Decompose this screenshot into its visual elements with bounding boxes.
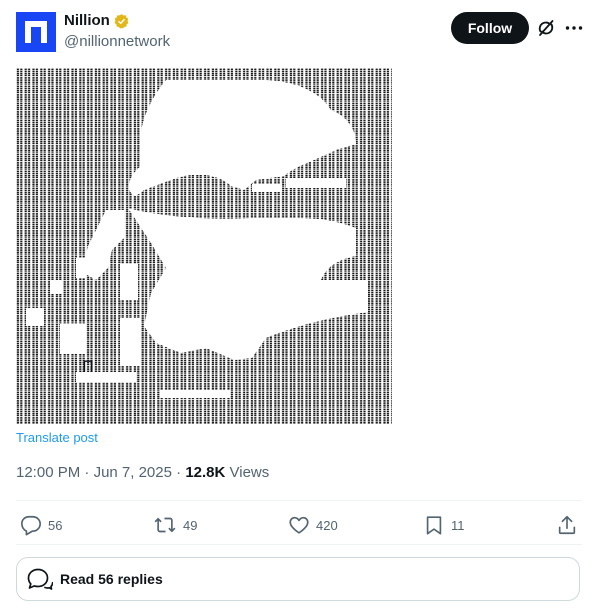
share-icon xyxy=(558,515,576,535)
views-label: Views xyxy=(229,464,270,481)
tweet: Nillion @nillionnetwork Follow Π Transla… xyxy=(0,0,598,610)
ascii-art-image[interactable]: Π xyxy=(16,68,392,424)
action-bar: 56 49 420 11 xyxy=(16,512,582,538)
reply-button[interactable]: 56 xyxy=(20,512,62,538)
divider xyxy=(16,544,582,545)
tweet-meta: 12:00 PM · Jun 7, 2025 · 12.8K Views xyxy=(16,463,269,483)
display-name[interactable]: Nillion xyxy=(64,11,110,31)
repost-count: 49 xyxy=(183,517,198,533)
like-button[interactable]: 420 xyxy=(288,512,338,538)
follow-button[interactable]: Follow xyxy=(451,12,529,44)
grok-icon[interactable] xyxy=(536,18,556,38)
share-button[interactable] xyxy=(556,512,578,538)
reply-count: 56 xyxy=(48,517,63,533)
read-replies-label: Read 56 replies xyxy=(60,571,163,587)
meta-separator: · xyxy=(84,464,90,481)
handle[interactable]: @nillionnetwork xyxy=(64,32,170,52)
inline-pi-char: Π xyxy=(82,357,94,376)
author-info[interactable]: Nillion @nillionnetwork xyxy=(64,11,170,52)
like-count: 420 xyxy=(316,517,338,533)
repost-button[interactable]: 49 xyxy=(153,512,197,538)
avatar[interactable] xyxy=(16,12,56,52)
more-icon[interactable] xyxy=(564,18,584,38)
bookmark-icon xyxy=(426,516,442,535)
meta-separator: · xyxy=(176,464,182,481)
reply-icon xyxy=(21,515,41,536)
translate-post-link[interactable]: Translate post xyxy=(16,430,98,446)
bookmark-button[interactable]: 11 xyxy=(423,512,465,538)
heart-icon xyxy=(289,516,309,534)
speech-bubbles-icon xyxy=(25,565,54,593)
read-replies-button[interactable]: Read 56 replies xyxy=(16,557,580,601)
braille-art-fill xyxy=(16,68,392,424)
repost-icon xyxy=(154,517,176,533)
post-date[interactable]: Jun 7, 2025 xyxy=(94,464,172,481)
views-count[interactable]: 12.8K xyxy=(185,464,225,481)
post-time[interactable]: 12:00 PM xyxy=(16,464,80,481)
verified-badge-icon[interactable] xyxy=(113,13,130,30)
divider xyxy=(16,500,582,501)
nillion-logo-icon xyxy=(16,12,56,52)
bookmark-count: 11 xyxy=(451,517,465,533)
